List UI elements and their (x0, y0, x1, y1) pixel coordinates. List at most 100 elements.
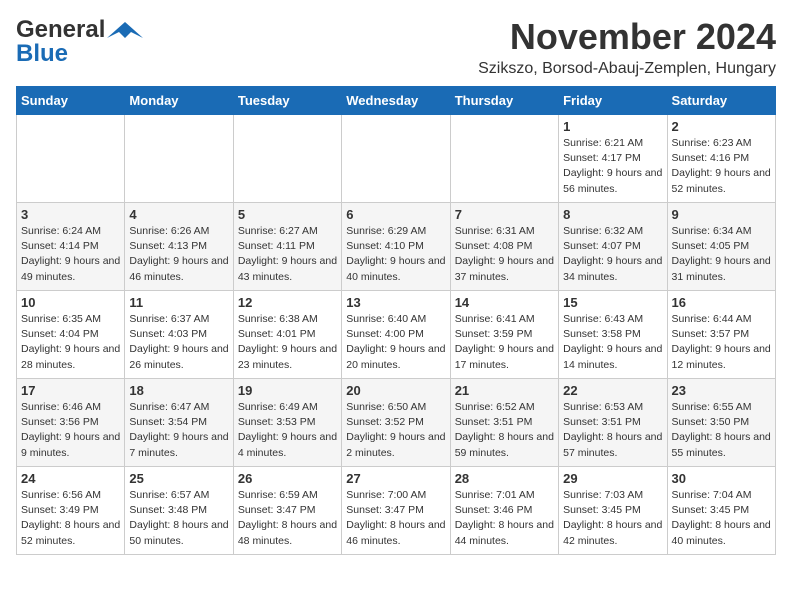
logo: General Blue (16, 16, 143, 68)
day-header: Friday (559, 87, 667, 115)
day-info: Sunrise: 7:03 AMSunset: 3:45 PMDaylight:… (563, 488, 662, 549)
calendar-cell: 14 Sunrise: 6:41 AMSunset: 3:59 PMDayligh… (450, 291, 558, 379)
day-info: Sunrise: 6:34 AMSunset: 4:05 PMDaylight:… (672, 224, 771, 285)
day-info: Sunrise: 6:55 AMSunset: 3:50 PMDaylight:… (672, 400, 771, 461)
calendar-cell: 10 Sunrise: 6:35 AMSunset: 4:04 PMDayligh… (17, 291, 125, 379)
day-number: 25 (129, 471, 228, 486)
logo-text-blue: Blue (16, 40, 68, 68)
calendar-cell: 5 Sunrise: 6:27 AMSunset: 4:11 PMDaylight… (233, 203, 341, 291)
header: General Blue November 2024 Szikszo, Bors… (16, 16, 776, 78)
day-info: Sunrise: 6:32 AMSunset: 4:07 PMDaylight:… (563, 224, 662, 285)
day-header: Monday (125, 87, 233, 115)
day-number: 3 (21, 207, 120, 222)
day-info: Sunrise: 6:50 AMSunset: 3:52 PMDaylight:… (346, 400, 445, 461)
calendar-cell (125, 115, 233, 203)
day-info: Sunrise: 6:46 AMSunset: 3:56 PMDaylight:… (21, 400, 120, 461)
calendar-cell: 17 Sunrise: 6:46 AMSunset: 3:56 PMDayligh… (17, 379, 125, 467)
calendar-cell: 30 Sunrise: 7:04 AMSunset: 3:45 PMDayligh… (667, 467, 775, 555)
calendar-cell: 29 Sunrise: 7:03 AMSunset: 3:45 PMDayligh… (559, 467, 667, 555)
calendar-cell: 1 Sunrise: 6:21 AMSunset: 4:17 PMDaylight… (559, 115, 667, 203)
calendar-cell: 8Sunrise: 6:32 AMSunset: 4:07 PMDaylight… (559, 203, 667, 291)
calendar-body: 1 Sunrise: 6:21 AMSunset: 4:17 PMDaylight… (17, 115, 776, 555)
day-info: Sunrise: 6:49 AMSunset: 3:53 PMDaylight:… (238, 400, 337, 461)
calendar-cell (450, 115, 558, 203)
day-number: 28 (455, 471, 554, 486)
day-info: Sunrise: 6:35 AMSunset: 4:04 PMDaylight:… (21, 312, 120, 373)
day-info: Sunrise: 6:52 AMSunset: 3:51 PMDaylight:… (455, 400, 554, 461)
calendar-cell: 2 Sunrise: 6:23 AMSunset: 4:16 PMDaylight… (667, 115, 775, 203)
logo-bird-icon (107, 20, 143, 40)
day-info: Sunrise: 6:37 AMSunset: 4:03 PMDaylight:… (129, 312, 228, 373)
calendar-cell: 9 Sunrise: 6:34 AMSunset: 4:05 PMDaylight… (667, 203, 775, 291)
day-number: 18 (129, 383, 228, 398)
day-info: Sunrise: 6:59 AMSunset: 3:47 PMDaylight:… (238, 488, 337, 549)
calendar-cell: 15 Sunrise: 6:43 AMSunset: 3:58 PMDayligh… (559, 291, 667, 379)
day-number: 30 (672, 471, 771, 486)
calendar-cell: 24 Sunrise: 6:56 AMSunset: 3:49 PMDayligh… (17, 467, 125, 555)
day-number: 23 (672, 383, 771, 398)
calendar-cell: 22 Sunrise: 6:53 AMSunset: 3:51 PMDayligh… (559, 379, 667, 467)
day-number: 14 (455, 295, 554, 310)
day-info: Sunrise: 6:43 AMSunset: 3:58 PMDaylight:… (563, 312, 662, 373)
day-number: 10 (21, 295, 120, 310)
calendar-cell: 26 Sunrise: 6:59 AMSunset: 3:47 PMDayligh… (233, 467, 341, 555)
day-number: 24 (21, 471, 120, 486)
calendar-cell: 6 Sunrise: 6:29 AMSunset: 4:10 PMDaylight… (342, 203, 450, 291)
day-number: 15 (563, 295, 662, 310)
day-header: Tuesday (233, 87, 341, 115)
calendar-cell: 13Sunrise: 6:40 AMSunset: 4:00 PMDayligh… (342, 291, 450, 379)
day-number: 27 (346, 471, 445, 486)
month-title: November 2024 (478, 16, 776, 58)
calendar-cell: 3 Sunrise: 6:24 AMSunset: 4:14 PMDaylight… (17, 203, 125, 291)
day-number: 12 (238, 295, 337, 310)
calendar-cell: 20Sunrise: 6:50 AMSunset: 3:52 PMDayligh… (342, 379, 450, 467)
day-header: Thursday (450, 87, 558, 115)
day-info: Sunrise: 6:24 AMSunset: 4:14 PMDaylight:… (21, 224, 120, 285)
calendar-cell: 16Sunrise: 6:44 AMSunset: 3:57 PMDayligh… (667, 291, 775, 379)
day-info: Sunrise: 6:57 AMSunset: 3:48 PMDaylight:… (129, 488, 228, 549)
day-info: Sunrise: 6:40 AMSunset: 4:00 PMDaylight:… (346, 312, 445, 373)
calendar-cell: 27 Sunrise: 7:00 AMSunset: 3:47 PMDayligh… (342, 467, 450, 555)
day-number: 2 (672, 119, 771, 134)
day-info: Sunrise: 7:04 AMSunset: 3:45 PMDaylight:… (672, 488, 771, 549)
calendar-cell: 25 Sunrise: 6:57 AMSunset: 3:48 PMDayligh… (125, 467, 233, 555)
day-info: Sunrise: 7:00 AMSunset: 3:47 PMDaylight:… (346, 488, 445, 549)
day-number: 1 (563, 119, 662, 134)
day-number: 19 (238, 383, 337, 398)
day-info: Sunrise: 6:27 AMSunset: 4:11 PMDaylight:… (238, 224, 337, 285)
calendar-cell: 19 Sunrise: 6:49 AMSunset: 3:53 PMDayligh… (233, 379, 341, 467)
day-info: Sunrise: 6:41 AMSunset: 3:59 PMDaylight:… (455, 312, 554, 373)
day-number: 9 (672, 207, 771, 222)
day-number: 5 (238, 207, 337, 222)
day-header: Sunday (17, 87, 125, 115)
day-info: Sunrise: 6:56 AMSunset: 3:49 PMDaylight:… (21, 488, 120, 549)
calendar-cell: 23 Sunrise: 6:55 AMSunset: 3:50 PMDayligh… (667, 379, 775, 467)
calendar-cell (233, 115, 341, 203)
calendar: SundayMondayTuesdayWednesdayThursdayFrid… (16, 86, 776, 555)
day-info: Sunrise: 6:47 AMSunset: 3:54 PMDaylight:… (129, 400, 228, 461)
day-info: Sunrise: 6:23 AMSunset: 4:16 PMDaylight:… (672, 136, 771, 197)
day-info: Sunrise: 6:44 AMSunset: 3:57 PMDaylight:… (672, 312, 771, 373)
day-number: 26 (238, 471, 337, 486)
calendar-cell: 4Sunrise: 6:26 AMSunset: 4:13 PMDaylight… (125, 203, 233, 291)
day-info: Sunrise: 6:21 AMSunset: 4:17 PMDaylight:… (563, 136, 662, 197)
day-number: 17 (21, 383, 120, 398)
calendar-cell: 18 Sunrise: 6:47 AMSunset: 3:54 PMDayligh… (125, 379, 233, 467)
calendar-cell: 28 Sunrise: 7:01 AMSunset: 3:46 PMDayligh… (450, 467, 558, 555)
day-info: Sunrise: 6:53 AMSunset: 3:51 PMDaylight:… (563, 400, 662, 461)
day-header: Wednesday (342, 87, 450, 115)
day-number: 7 (455, 207, 554, 222)
calendar-header: SundayMondayTuesdayWednesdayThursdayFrid… (17, 87, 776, 115)
day-info: Sunrise: 6:31 AMSunset: 4:08 PMDaylight:… (455, 224, 554, 285)
day-number: 6 (346, 207, 445, 222)
day-header: Saturday (667, 87, 775, 115)
title-area: November 2024 Szikszo, Borsod-Abauj-Zemp… (478, 16, 776, 78)
day-info: Sunrise: 6:29 AMSunset: 4:10 PMDaylight:… (346, 224, 445, 285)
calendar-cell: 7 Sunrise: 6:31 AMSunset: 4:08 PMDaylight… (450, 203, 558, 291)
day-number: 22 (563, 383, 662, 398)
day-info: Sunrise: 7:01 AMSunset: 3:46 PMDaylight:… (455, 488, 554, 549)
day-number: 29 (563, 471, 662, 486)
day-info: Sunrise: 6:26 AMSunset: 4:13 PMDaylight:… (129, 224, 228, 285)
calendar-cell: 11Sunrise: 6:37 AMSunset: 4:03 PMDayligh… (125, 291, 233, 379)
calendar-cell: 21Sunrise: 6:52 AMSunset: 3:51 PMDayligh… (450, 379, 558, 467)
